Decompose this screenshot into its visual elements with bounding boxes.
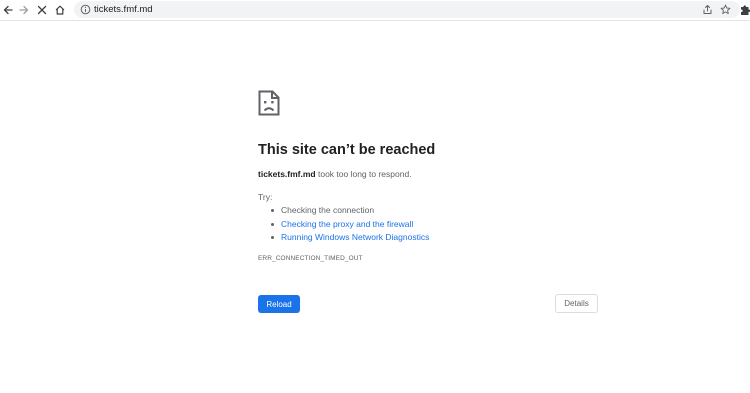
details-button[interactable]: Details [555,294,598,313]
error-summary: tickets.fmf.md took too long to respond. [258,169,412,179]
back-arrow-icon[interactable] [0,2,16,18]
error-code: ERR_CONNECTION_TIMED_OUT [258,255,363,262]
browser-toolbar: tickets.fmf.md [0,0,750,21]
suggestion-list: Checking the connection Checking the pro… [271,204,429,245]
host-name: tickets.fmf.md [258,169,316,179]
share-icon[interactable] [702,4,713,15]
try-label: Try: [258,192,273,202]
info-icon[interactable] [80,4,91,15]
summary-text: took too long to respond. [315,169,412,179]
forward-arrow-icon[interactable] [16,2,32,18]
url-text[interactable]: tickets.fmf.md [94,3,153,16]
suggestion-network-diagnostics-link[interactable]: Running Windows Network Diagnostics [271,231,429,245]
reload-button[interactable]: Reload [258,295,300,313]
address-bar[interactable]: tickets.fmf.md [74,1,740,18]
page-title: This site can’t be reached [258,142,436,158]
sad-page-icon [258,90,280,116]
star-icon[interactable] [720,4,731,15]
home-icon[interactable] [52,2,68,18]
suggestion-proxy-firewall-link[interactable]: Checking the proxy and the firewall [271,218,429,232]
suggestion-check-connection: Checking the connection [271,204,429,218]
puzzle-icon[interactable] [740,4,750,16]
close-icon[interactable] [34,2,50,18]
